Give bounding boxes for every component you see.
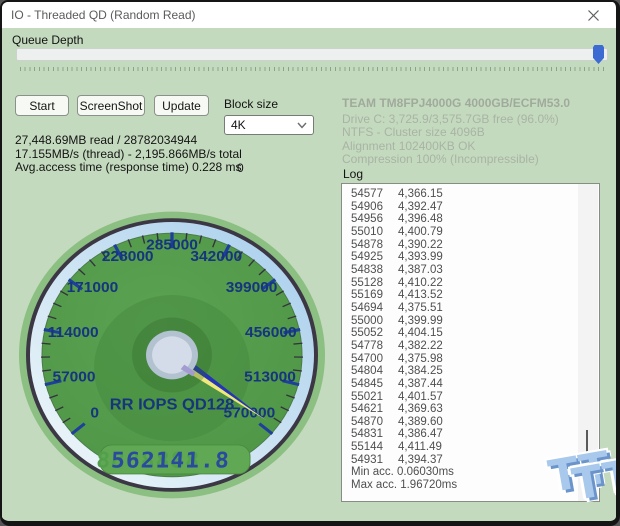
svg-text:0: 0 — [90, 405, 99, 421]
block-size-label: Block size — [224, 97, 278, 111]
svg-text:342000: 342000 — [190, 248, 242, 264]
log-row: 550004,399.99 — [351, 315, 457, 328]
log-row: 546214,369.63 — [351, 403, 457, 416]
digital-readout-value: 562141.8 — [110, 448, 230, 473]
app-window: IO - Threaded QD (Random Read) Queue Dep… — [0, 0, 620, 526]
window-title: IO - Threaded QD (Random Read) — [11, 8, 196, 22]
log-row: 548314,386.47 — [351, 428, 457, 441]
stats-panel: 27,448.69MB read / 28782034944 17.155MB/… — [15, 134, 242, 175]
drive-info-panel: TEAM TM8FPJ4000G 4000GB/ECFM53.0 Drive C… — [342, 97, 570, 166]
stat-read-total: 27,448.69MB read / 28782034944 — [15, 134, 242, 148]
drive-model: TEAM TM8FPJ4000G 4000GB/ECFM53.0 — [342, 97, 570, 110]
log-row: 551284,410.22 — [351, 277, 457, 290]
queue-depth-slider-thumb[interactable] — [593, 45, 604, 64]
logo-letter: TT — [569, 454, 620, 508]
svg-text:171000: 171000 — [67, 280, 119, 296]
log-row: 550214,401.57 — [351, 391, 457, 404]
drive-compression: Compression 100% (Incompressible) — [342, 153, 570, 166]
close-icon — [588, 10, 599, 21]
start-button[interactable]: Start — [15, 95, 69, 116]
svg-text:513000: 513000 — [244, 369, 296, 385]
log-row: 549254,393.99 — [351, 251, 457, 264]
svg-text:399000: 399000 — [226, 280, 278, 296]
gauge-title: RR IOPS QD128 — [110, 397, 235, 413]
log-row: 547784,382.22 — [351, 340, 457, 353]
slider-tick-marks — [20, 67, 604, 71]
queue-depth-label: Queue Depth — [12, 33, 83, 47]
log-row: 546944,375.51 — [351, 302, 457, 315]
log-row: 548044,384.25 — [351, 365, 457, 378]
log-row: 547004,375.98 — [351, 353, 457, 366]
log-row: 550524,404.15 — [351, 327, 457, 340]
log-row: 549564,396.48 — [351, 213, 457, 226]
log-row: 548454,387.44 — [351, 378, 457, 391]
log-row: 549064,392.47 — [351, 201, 457, 214]
stat-counter: 0 — [237, 161, 244, 175]
tweaktown-logo: TT TT — [546, 445, 620, 526]
iops-gauge: 0570001140001710002280002850003420003990… — [16, 207, 332, 503]
log-max-acc: Max acc. 1.96720ms — [351, 479, 457, 492]
svg-text:456000: 456000 — [245, 325, 297, 341]
log-row: 548384,387.03 — [351, 264, 457, 277]
stat-speed: 17.155MB/s (thread) - 2,195.866MB/s tota… — [15, 148, 242, 162]
close-button[interactable] — [576, 2, 610, 28]
log-rows: 545774,366.15549064,392.47549564,396.485… — [351, 188, 457, 492]
log-row: 548784,390.22 — [351, 239, 457, 252]
title-bar: IO - Threaded QD (Random Read) — [2, 2, 616, 28]
block-size-select[interactable]: 4K — [224, 115, 314, 135]
client-area: Queue Depth Start ScreenShot Update Bloc… — [2, 28, 616, 521]
svg-text:114000: 114000 — [48, 325, 99, 341]
screenshot-button[interactable]: ScreenShot — [77, 95, 145, 116]
log-row: 545774,366.15 — [351, 188, 457, 201]
chevron-down-icon — [297, 122, 307, 129]
block-size-value: 4K — [231, 118, 246, 132]
log-row: 548704,389.60 — [351, 416, 457, 429]
drive-filesystem: NTFS - Cluster size 4096B — [342, 126, 570, 139]
log-row: 549314,394.37 — [351, 454, 457, 467]
svg-text:57000: 57000 — [52, 369, 95, 385]
queue-depth-slider-track[interactable] — [16, 48, 608, 61]
log-row: 551444,411.49 — [351, 441, 457, 454]
log-label: Log — [343, 167, 363, 181]
drive-alignment: Alignment 102400KB OK — [342, 140, 570, 153]
log-row: 551694,413.52 — [351, 289, 457, 302]
log-min-acc: Min acc. 0.06030ms — [351, 466, 457, 479]
log-row: 550104,400.79 — [351, 226, 457, 239]
update-button[interactable]: Update — [154, 95, 209, 116]
stat-access-time: Avg.access time (response time) 0.228 ms — [15, 161, 242, 175]
